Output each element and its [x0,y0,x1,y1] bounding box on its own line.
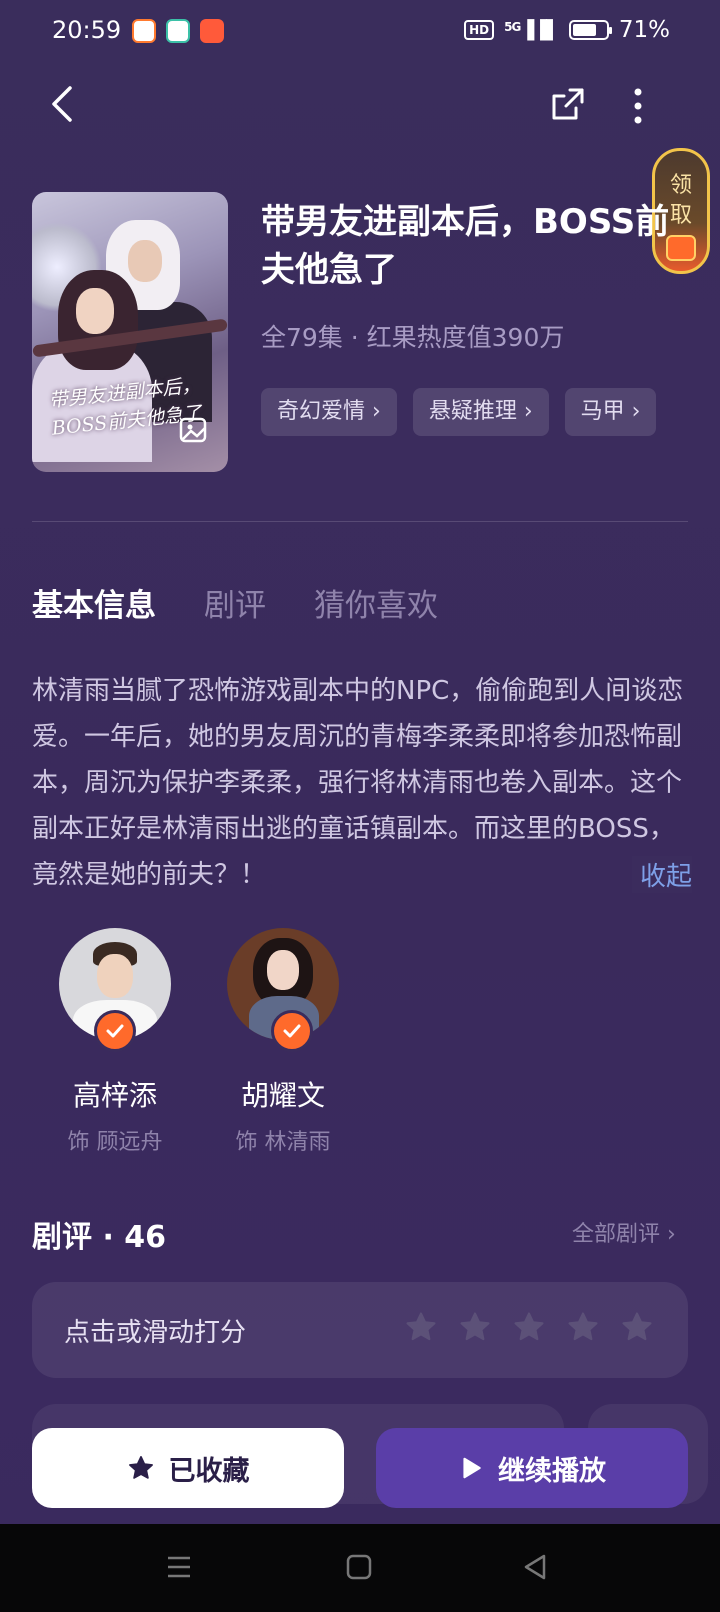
show-poster[interactable]: 带男友进副本后，BOSS前夫他急了 [32,192,228,472]
cast-member[interactable]: 胡耀文 饰 林清雨 [218,928,348,1156]
favorite-button[interactable]: 已收藏 [32,1428,344,1508]
tag-chip[interactable]: 马甲 › [564,388,657,436]
continue-play-button[interactable]: 继续播放 [376,1428,688,1508]
star-icon[interactable] [566,1310,600,1344]
status-bar: 20:59 HD 5G▐▐▌ 71% [0,0,720,66]
star-icon[interactable] [458,1310,492,1344]
poster-face [76,288,114,334]
cast-role: 饰 顾远舟 [67,1130,163,1155]
tag-label: 奇幻爱情 [277,399,366,424]
tab-basic-info[interactable]: 基本信息 [32,580,156,625]
reward-label: 领 [669,173,692,198]
rating-card[interactable]: 点击或滑动打分 [32,1282,688,1378]
verified-check-icon [94,1010,136,1052]
battery-percent: 71% [618,17,670,43]
tab-reviews[interactable]: 剧评 [204,580,266,625]
star-icon[interactable] [620,1310,654,1344]
star-icon[interactable] [512,1310,546,1344]
play-icon [463,1457,481,1479]
home-icon[interactable] [344,1552,374,1582]
menu-icon[interactable] [164,1552,194,1582]
status-time: 20:59 [52,16,122,44]
avatar-face [97,954,133,998]
battery-icon [568,20,612,40]
back-triangle-icon[interactable] [520,1552,550,1582]
app-notification-icon [132,19,156,43]
all-reviews-link[interactable]: 全部剧评 › [572,1216,676,1248]
show-description: 林清雨当腻了恐怖游戏副本中的NPC，偷偷跑到人间谈恋爱。一年后，她的男友周沉的青… [32,676,684,890]
network-type: 5G [504,19,521,34]
back-chevron-icon[interactable] [44,84,84,124]
reviews-title: 剧评 · 46 [32,1220,167,1255]
tab-recommendations[interactable]: 猜你喜欢 [314,580,438,625]
tag-chip[interactable]: 奇幻爱情 › [261,388,397,436]
tag-chip[interactable]: 悬疑推理 › [412,388,549,436]
image-icon [179,417,207,443]
tag-label: 悬疑推理 [428,399,517,424]
avatar-face [267,950,299,990]
rating-prompt: 点击或滑动打分 [64,1318,247,1348]
cast-role: 饰 林清雨 [235,1130,331,1155]
divider [32,521,688,522]
system-nav-bar [0,1524,720,1612]
star-rating[interactable] [404,1310,654,1344]
show-title: 带男友进副本后，BOSS前夫他急了 [261,202,670,290]
star-icon[interactable] [404,1310,438,1344]
battery-fill [572,24,596,36]
favorite-label: 已收藏 [168,1455,250,1487]
cast-name: 高梓添 [72,1079,157,1112]
cast-member[interactable]: 高梓添 饰 顾远舟 [50,928,180,1156]
share-icon[interactable] [548,84,588,124]
poster-face [128,240,162,282]
notification-icons [132,19,224,43]
tag-list: 奇幻爱情 › 悬疑推理 › 马甲 › [261,388,657,436]
signal-icon: 5G▐▐▌ [504,19,560,41]
app-notification-icon [166,19,190,43]
tag-label: 马甲 [580,399,625,424]
cast-name: 胡耀文 [240,1079,325,1112]
show-meta: 全79集 · 红果热度值390万 [261,323,565,352]
star-filled-icon [128,1456,153,1479]
verified-check-icon [271,1010,313,1052]
collapse-link[interactable]: 收起 [632,856,693,893]
tab-bar: 基本信息 剧评 猜你喜欢 [32,580,438,625]
status-right: HD 5G▐▐▌ 71% [464,17,670,43]
more-vertical-icon[interactable] [622,84,654,128]
play-label: 继续播放 [498,1455,606,1487]
app-notification-icon [200,19,224,43]
hd-icon: HD [464,20,495,40]
